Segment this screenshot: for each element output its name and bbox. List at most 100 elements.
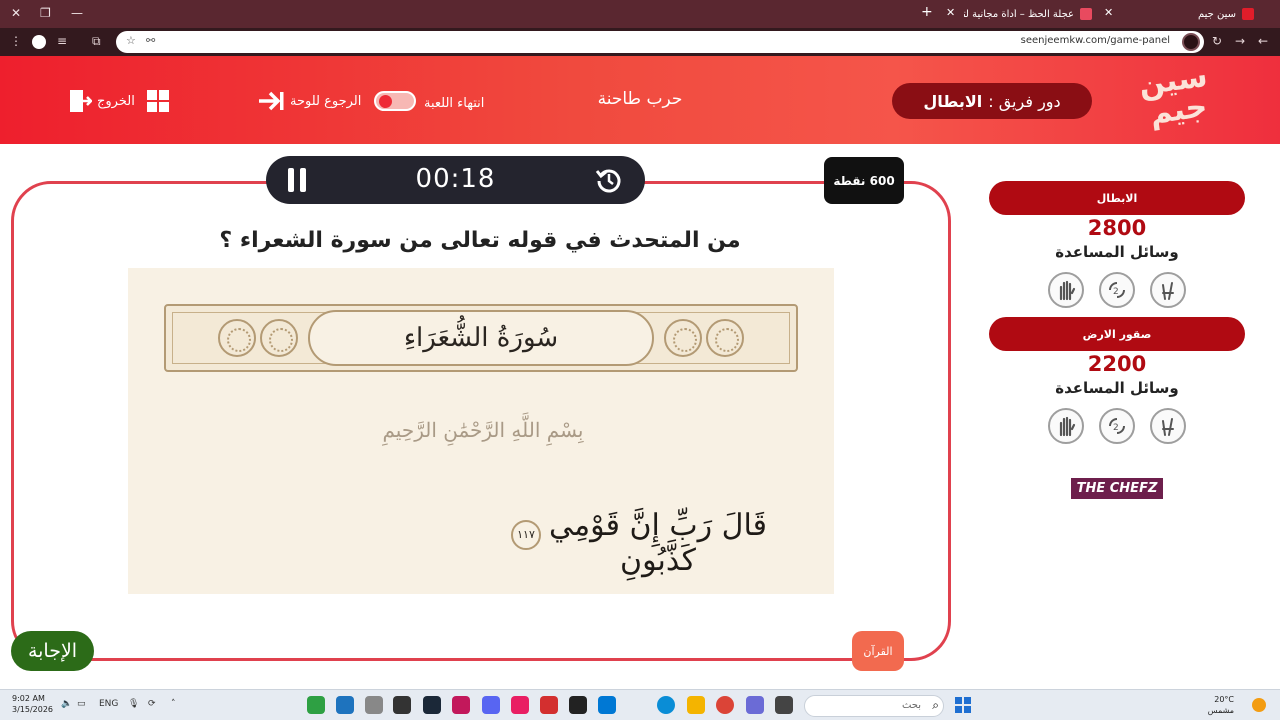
team-score-1: 2800 [1087, 216, 1147, 240]
back-icon[interactable]: ← [1258, 34, 1268, 48]
account-icon[interactable] [1182, 33, 1200, 51]
board-button[interactable]: الرجوع للوحة [146, 87, 170, 115]
chevron-up-icon[interactable]: ˄ [171, 699, 176, 709]
timer-value: 00:18 [415, 164, 496, 194]
network-icon[interactable]: ▭ [77, 699, 86, 709]
tab-title: سين جيم [1197, 8, 1236, 20]
points-badge: 600 نقطة [824, 157, 904, 204]
team-aids-label-1: وسائل المساعدة [1055, 243, 1179, 261]
minimize-window-icon[interactable]: — [71, 6, 83, 20]
hand-stop-aid-icon[interactable] [1048, 272, 1084, 308]
end-game-toggle[interactable] [374, 91, 416, 111]
omnibox[interactable]: ☆ ⚯ seenjeemkw.com/game-panel [116, 31, 1204, 53]
rosette-ornament-icon [218, 319, 256, 357]
app-icon[interactable] [452, 696, 470, 714]
rosette-ornament-icon [706, 319, 744, 357]
address-bar: ⋮ ≡ ⧉ ☆ ⚯ seenjeemkw.com/game-panel ↻ → … [0, 28, 1280, 56]
site-info-icon[interactable]: ⚯ [146, 34, 155, 47]
restore-window-icon[interactable]: ❐ [40, 6, 51, 20]
profile-avatar-icon[interactable] [32, 35, 46, 49]
seenjeem-favicon-icon [1242, 8, 1254, 20]
volume-icon[interactable]: 🔈 [61, 699, 72, 709]
two-answers-aid-icon[interactable] [1150, 408, 1186, 444]
back-to-board-label: الرجوع للوحة [290, 93, 362, 109]
file-explorer-icon[interactable] [687, 696, 705, 714]
verse-text: قَالَ رَبِّ إِنَّ قَوْمِي كَذَّبُونِ [549, 508, 767, 578]
app-icon[interactable] [336, 696, 354, 714]
discord-icon[interactable] [482, 696, 500, 714]
windows-start-icon[interactable] [955, 697, 971, 713]
extensions-icon[interactable]: ⧉ [92, 34, 101, 49]
tab-close-icon[interactable]: ✕ [946, 6, 955, 19]
taskbar-search[interactable]: بحث ⌕ [804, 695, 944, 717]
weather-condition: مشمس [1207, 706, 1234, 715]
category-badge: القرآن [852, 631, 904, 671]
terminal-icon[interactable] [775, 696, 793, 714]
game-header: سين جيم دور فريق : الابطال حرب طاحنة انته… [0, 56, 1280, 144]
weather-sun-icon [1252, 698, 1266, 712]
bookmark-star-icon[interactable]: ☆ [126, 34, 136, 47]
capcut-icon[interactable] [569, 696, 587, 714]
menu-dots-icon[interactable]: ⋮ [10, 34, 22, 48]
tab-close-icon[interactable]: ✕ [1104, 6, 1113, 19]
chrome-icon[interactable] [716, 696, 734, 714]
weather-temp: 20°C [1214, 695, 1234, 704]
new-tab-button[interactable]: + [921, 4, 933, 20]
back-to-board-button[interactable]: الرجوع للوحة [257, 87, 361, 115]
app-icon[interactable] [746, 696, 764, 714]
turn-label: دور فريق : [988, 91, 1061, 111]
clock-date: 3/15/2026 [12, 705, 54, 714]
surah-title: سُورَةُ الشُّعَرَاءِ [308, 310, 654, 366]
app-icon[interactable] [307, 696, 325, 714]
arrow-right-bar-icon [259, 91, 284, 111]
clock[interactable]: 9:02 AM 3/15/2026 [12, 693, 53, 715]
clock-time: 9:02 AM [12, 694, 45, 703]
exit-button[interactable]: الخروج [68, 87, 135, 115]
seenjeem-logo: سين جيم [1136, 58, 1210, 132]
steam-icon[interactable] [423, 696, 441, 714]
hand-stop-aid-icon[interactable] [1048, 408, 1084, 444]
rosette-ornament-icon [664, 319, 702, 357]
search-icon: ⌕ [932, 698, 939, 712]
basmala-text: بِسْمِ اللَّهِ الرَّحْمَٰنِ الرَّحِيمِ [382, 418, 584, 442]
toggle-knob [379, 95, 392, 108]
category-title: حرب طاحنة [597, 89, 683, 109]
surah-header-frame: سُورَةُ الشُّعَرَاءِ [164, 304, 798, 372]
reload-icon[interactable]: ↻ [1212, 34, 1222, 48]
app-icon[interactable] [598, 696, 616, 714]
weather-widget[interactable]: 20°C مشمس [1208, 694, 1234, 716]
tab-seenjeem[interactable]: سين جيم [1190, 4, 1254, 24]
turn-indicator: دور فريق : الابطال [892, 83, 1092, 119]
double-points-aid-icon[interactable]: 2 [1099, 272, 1135, 308]
search-placeholder: بحث [901, 700, 921, 711]
reading-list-icon[interactable]: ≡ [57, 34, 67, 48]
exit-label: الخروج [97, 93, 135, 109]
tab-wheel[interactable]: عجلة الحظ – أداة مجانية لتدوير الـ [962, 4, 1092, 24]
sync-icon[interactable]: ⟳ [148, 699, 156, 709]
exit-door-icon [70, 90, 92, 112]
forward-icon[interactable]: → [1235, 34, 1245, 48]
wheel-favicon-icon [1080, 8, 1092, 20]
close-window-icon[interactable]: ✕ [11, 6, 21, 20]
quran-verse-image: سُورَةُ الشُّعَرَاءِ بِسْمِ اللَّهِ الرَ… [128, 268, 834, 594]
team-score-2: 2200 [1087, 352, 1147, 376]
edge-icon[interactable] [657, 696, 675, 714]
double-points-aid-icon[interactable]: 2 [1099, 408, 1135, 444]
app-icon[interactable] [393, 696, 411, 714]
app-icon[interactable] [511, 696, 529, 714]
answer-button[interactable]: الإجابة [11, 631, 94, 671]
ayah-number: ١١٧ [511, 520, 541, 550]
windows-taskbar: 9:02 AM 3/15/2026 🔈 ▭ ENG 🎙 ⟳ ˄ بحث ⌕ 20… [0, 689, 1280, 720]
url-text[interactable]: seenjeemkw.com/game-panel [1021, 35, 1170, 46]
microphone-icon[interactable]: 🎙 [128, 699, 139, 709]
reset-timer-icon[interactable] [595, 166, 623, 194]
svg-text:2: 2 [1113, 287, 1119, 297]
sponsor-logo: THE CHEFZ [1071, 478, 1163, 499]
settings-icon[interactable] [365, 696, 383, 714]
language-indicator[interactable]: ENG [99, 699, 118, 709]
tab-title: عجلة الحظ – أداة مجانية لتدوير الـ [964, 8, 1074, 20]
end-game-label[interactable]: انتهاء اللعبة [424, 89, 484, 117]
question-text: من المتحدث في قوله تعالى من سورة الشعراء… [219, 228, 741, 253]
two-answers-aid-icon[interactable] [1150, 272, 1186, 308]
app-icon[interactable] [540, 696, 558, 714]
